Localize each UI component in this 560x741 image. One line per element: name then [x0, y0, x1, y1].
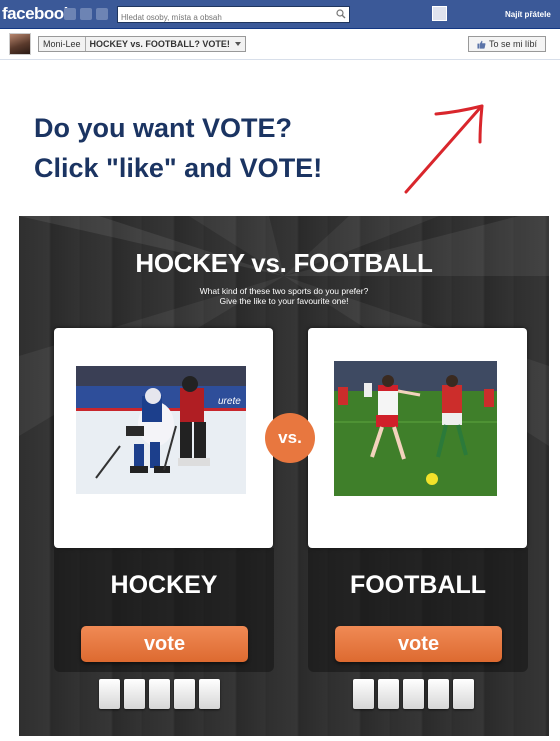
search-input[interactable]	[118, 10, 328, 25]
page-header: Moni-Lee HOCKEY vs. FOOTBALL? VOTE! To s…	[0, 29, 560, 60]
counter-digit	[149, 679, 170, 709]
subtitle-line-1: What kind of these two sports do you pre…	[199, 286, 369, 296]
facebook-top-bar: facebook Najít přátele	[0, 0, 560, 29]
page-profile-picture[interactable]	[9, 33, 31, 55]
vote-football-button[interactable]: vote	[335, 626, 502, 662]
counter-digit	[99, 679, 120, 709]
thumbs-up-icon	[477, 40, 486, 49]
vs-badge: vs.	[265, 413, 315, 463]
user-avatar[interactable]	[432, 6, 447, 21]
counter-digit	[353, 679, 374, 709]
app-title: HOCKEY vs. FOOTBALL	[135, 248, 433, 278]
hockey-photo-card[interactable]: urete	[54, 328, 273, 548]
vote-hockey-button[interactable]: vote	[81, 626, 248, 662]
voting-app: HOCKEY vs. FOOTBALL What kind of these t…	[19, 216, 549, 736]
app-name-link[interactable]: HOCKEY vs. FOOTBALL? VOTE!	[86, 37, 234, 51]
promo-text: Do you want VOTE? Click "like" and VOTE!	[34, 108, 322, 188]
counter-digit	[174, 679, 195, 709]
counter-digit	[378, 679, 399, 709]
like-page-button[interactable]: To se mi líbí	[468, 36, 546, 52]
counter-digit	[124, 679, 145, 709]
football-players-photo	[334, 361, 497, 496]
counter-digit	[403, 679, 424, 709]
hockey-vote-counter	[99, 679, 220, 709]
messages-icon[interactable]	[80, 8, 92, 20]
counter-digit	[428, 679, 449, 709]
hockey-title: HOCKEY	[110, 571, 218, 599]
football-vote-counter	[353, 679, 474, 709]
promo-line-1: Do you want VOTE?	[34, 113, 293, 143]
notification-jewels	[64, 8, 108, 20]
football-photo-card[interactable]	[308, 328, 527, 548]
find-friends-link[interactable]: Najít přátele	[505, 10, 551, 19]
counter-digit	[453, 679, 474, 709]
friend-requests-icon[interactable]	[64, 8, 76, 20]
notifications-icon[interactable]	[96, 8, 108, 20]
promo-line-2: Click "like" and VOTE!	[34, 153, 323, 183]
counter-digit	[199, 679, 220, 709]
facebook-logo[interactable]: facebook	[2, 4, 73, 24]
svg-text:urete: urete	[218, 396, 241, 407]
like-button-label: To se mi líbí	[488, 39, 537, 49]
subtitle-line-2: Give the like to your favourite one!	[219, 296, 349, 306]
chevron-down-icon[interactable]	[234, 42, 241, 46]
red-arrow-icon	[404, 104, 484, 194]
search-icon[interactable]	[336, 9, 346, 19]
app-subtitle: What kind of these two sports do you pre…	[19, 286, 549, 306]
breadcrumb[interactable]: Moni-Lee HOCKEY vs. FOOTBALL? VOTE!	[38, 36, 246, 52]
page-name-link[interactable]: Moni-Lee	[39, 37, 85, 51]
hockey-players-photo: urete	[76, 366, 246, 494]
football-title: FOOTBALL	[349, 571, 487, 599]
search-box	[117, 6, 350, 25]
